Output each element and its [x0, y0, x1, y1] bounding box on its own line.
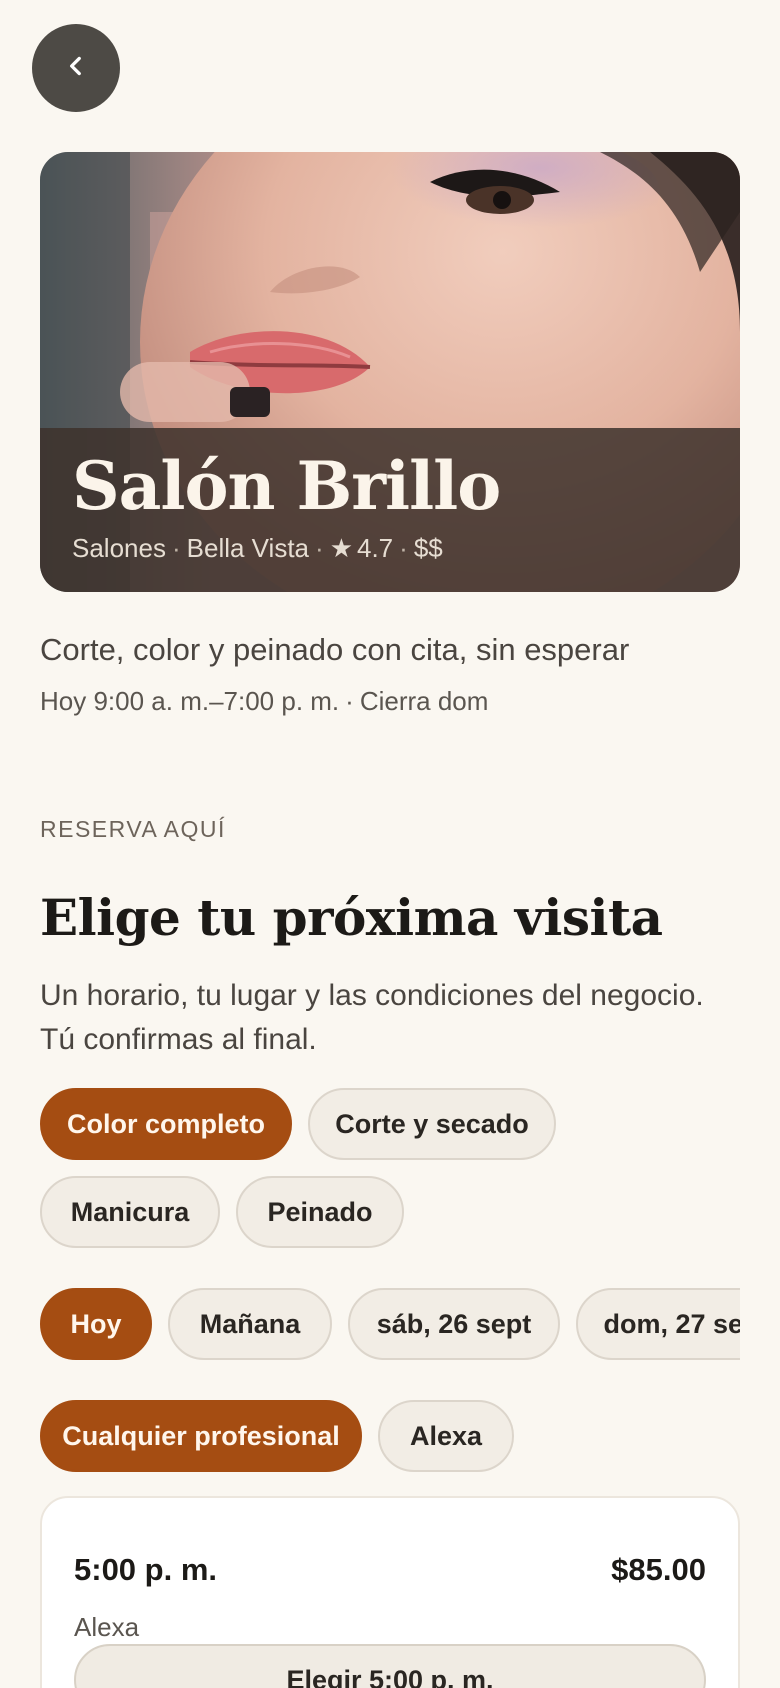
- service-chip-manicura[interactable]: Manicura: [40, 1176, 220, 1248]
- booking-title: Elige tu próxima visita: [40, 888, 663, 947]
- back-button[interactable]: [32, 24, 120, 112]
- hero-overlay: Salón Brillo Salones · Bella Vista · ★ 4…: [40, 428, 740, 592]
- choose-slot-button[interactable]: Elegir 5:00 p. m.: [74, 1644, 706, 1688]
- meta-separator: ·: [171, 532, 181, 563]
- service-chip-corte-y-secado[interactable]: Corte y secado: [308, 1088, 556, 1160]
- date-selector[interactable]: Hoy Mañana sáb, 26 sept dom, 27 sept: [40, 1286, 740, 1362]
- pro-chip-alexa[interactable]: Alexa: [378, 1400, 514, 1472]
- hours-today: Hoy 9:00 a. m.–7:00 p. m.: [40, 686, 340, 716]
- date-chip-sab-26-sept[interactable]: sáb, 26 sept: [348, 1288, 560, 1360]
- booking-eyebrow: RESERVA AQUÍ: [40, 816, 226, 842]
- slot-time: 5:00 p. m.: [74, 1552, 217, 1587]
- service-chip-color-completo[interactable]: Color completo: [40, 1088, 292, 1160]
- business-rating: 4.7: [357, 532, 394, 563]
- date-chip-manana[interactable]: Mañana: [168, 1288, 332, 1360]
- business-tagline: Corte, color y peinado con cita, sin esp…: [40, 632, 630, 667]
- date-chip-dom-27-sept[interactable]: dom, 27 sept: [576, 1288, 740, 1360]
- meta-separator: ·: [315, 532, 324, 563]
- slot-professional: Alexa: [74, 1612, 140, 1642]
- pro-chip-cualquier-profesional[interactable]: Cualquier profesional: [40, 1400, 362, 1472]
- business-price-level: $$: [413, 532, 443, 563]
- business-category: Salones: [72, 532, 166, 563]
- hero-card: Salón Brillo Salones · Bella Vista · ★ 4…: [40, 152, 740, 592]
- service-chip-peinado[interactable]: Peinado: [236, 1176, 404, 1248]
- slot-price: $85.00: [611, 1552, 706, 1587]
- chevron-left-icon: [63, 53, 89, 84]
- date-chip-hoy[interactable]: Hoy: [40, 1288, 152, 1360]
- hours-closed: Cierra dom: [359, 686, 489, 716]
- business-meta: Salones · Bella Vista · ★ 4.7 · $$: [72, 533, 708, 564]
- meta-separator: ·: [399, 532, 408, 563]
- hours-separator: ·: [345, 686, 354, 716]
- business-neighborhood: Bella Vista: [186, 532, 310, 563]
- business-hours: Hoy 9:00 a. m.–7:00 p. m. · Cierra dom: [40, 686, 488, 717]
- star-icon: ★: [329, 532, 353, 563]
- booking-description: Un horario, tu lugar y las condiciones d…: [40, 979, 704, 1056]
- business-title: Salón Brillo: [72, 447, 501, 525]
- time-slot-card: 5:00 p. m. $85.00 Alexa Elegir 5:00 p. m…: [40, 1496, 740, 1688]
